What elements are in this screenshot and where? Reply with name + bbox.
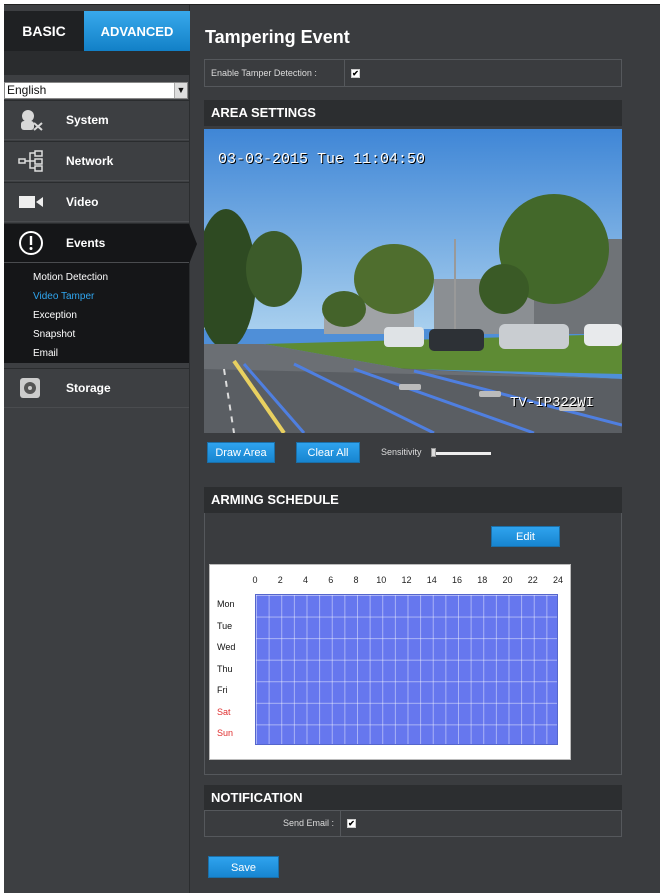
schedule-day-label: Wed bbox=[217, 642, 236, 653]
language-select-value: English bbox=[7, 83, 47, 97]
app-window: BASIC ADVANCED English ▼ System Network … bbox=[4, 4, 660, 893]
sidebar-item-video[interactable]: Video bbox=[4, 182, 189, 222]
exclamation-icon bbox=[18, 231, 44, 255]
schedule-grid[interactable] bbox=[255, 594, 558, 745]
tab-advanced[interactable]: ADVANCED bbox=[84, 11, 190, 60]
camera-scene bbox=[204, 129, 622, 433]
submenu-item-video-tamper[interactable]: Video Tamper bbox=[4, 287, 189, 306]
enable-tamper-checkbox[interactable]: ✔ bbox=[351, 69, 360, 78]
draw-area-button[interactable]: Draw Area bbox=[207, 442, 275, 463]
send-email-label: Send Email : bbox=[205, 811, 341, 836]
network-icon bbox=[18, 150, 44, 172]
sensitivity-label: Sensitivity bbox=[381, 447, 422, 457]
schedule-hour-label: 12 bbox=[401, 575, 412, 585]
sidebar-item-label: System bbox=[66, 113, 109, 127]
osd-timestamp: 03-03-2015 Tue 11:04:50 bbox=[218, 151, 426, 168]
schedule-hour-label: 4 bbox=[302, 575, 308, 585]
schedule-day-label: Sun bbox=[217, 728, 234, 739]
mode-tabs: BASIC ADVANCED bbox=[4, 11, 190, 60]
sidebar-item-label: Network bbox=[66, 154, 114, 168]
send-email-row: Send Email : ✔ bbox=[204, 810, 622, 837]
chevron-down-icon[interactable]: ▼ bbox=[174, 83, 187, 98]
language-select[interactable]: English ▼ bbox=[4, 82, 188, 99]
schedule-hour-label: 2 bbox=[277, 575, 283, 585]
schedule-day-label: Sat bbox=[217, 706, 231, 717]
sensitivity-slider-handle[interactable] bbox=[431, 448, 436, 457]
arming-schedule-header: ARMING SCHEDULE bbox=[204, 487, 622, 513]
osd-camera-name: TV-IP322WI bbox=[509, 395, 594, 411]
schedule-hour-label: 14 bbox=[426, 575, 437, 585]
schedule-hour-label: 6 bbox=[328, 575, 334, 585]
sidebar: BASIC ADVANCED English ▼ System Network … bbox=[4, 5, 197, 893]
tab-band bbox=[4, 51, 190, 75]
schedule-day-label: Thu bbox=[217, 663, 233, 674]
video-camera-icon bbox=[18, 191, 44, 213]
tab-basic[interactable]: BASIC bbox=[4, 11, 84, 51]
camera-preview[interactable]: 03-03-2015 Tue 11:04:50 TV-IP322WI bbox=[204, 129, 622, 433]
area-settings-header: AREA SETTINGS bbox=[204, 100, 622, 126]
submenu-item-email[interactable]: Email bbox=[4, 344, 189, 363]
schedule-hour-label: 0 bbox=[252, 575, 258, 585]
schedule-hour-label: 8 bbox=[353, 575, 359, 585]
sidebar-item-label: Events bbox=[66, 236, 106, 250]
schedule-hour-label: 22 bbox=[527, 575, 538, 585]
enable-tamper-label: Enable Tamper Detection : bbox=[205, 60, 345, 86]
schedule-day-label: Tue bbox=[217, 620, 233, 631]
storage-icon bbox=[18, 377, 44, 399]
submenu-item-exception[interactable]: Exception bbox=[4, 306, 189, 325]
schedule-day-label: Fri bbox=[217, 685, 228, 696]
sensitivity-slider[interactable] bbox=[433, 452, 491, 455]
sidebar-item-network[interactable]: Network bbox=[4, 141, 189, 181]
sidebar-item-storage[interactable]: Storage bbox=[4, 368, 189, 408]
clear-all-button[interactable]: Clear All bbox=[296, 442, 360, 463]
schedule-hour-label: 20 bbox=[502, 575, 513, 585]
system-icon bbox=[18, 109, 44, 131]
schedule-hour-label: 24 bbox=[552, 575, 563, 585]
sidebar-item-label: Video bbox=[66, 195, 99, 209]
schedule-hour-label: 16 bbox=[451, 575, 462, 585]
edit-schedule-button[interactable]: Edit bbox=[491, 526, 560, 547]
send-email-checkbox[interactable]: ✔ bbox=[347, 819, 356, 828]
sidebar-item-label: Storage bbox=[66, 381, 111, 395]
schedule-hour-label: 18 bbox=[477, 575, 488, 585]
sidebar-item-system[interactable]: System bbox=[4, 100, 189, 140]
events-submenu: Motion Detection Video Tamper Exception … bbox=[4, 263, 189, 363]
sidebar-item-events[interactable]: Events bbox=[4, 223, 197, 264]
enable-tamper-row: Enable Tamper Detection : ✔ bbox=[204, 59, 622, 87]
main-content: Tampering Event Enable Tamper Detection … bbox=[199, 5, 627, 893]
submenu-item-snapshot[interactable]: Snapshot bbox=[4, 325, 189, 344]
notification-header: NOTIFICATION bbox=[204, 785, 622, 811]
submenu-item-motion-detection[interactable]: Motion Detection bbox=[4, 268, 189, 287]
page-title: Tampering Event bbox=[205, 27, 350, 47]
schedule-hour-label: 10 bbox=[376, 575, 387, 585]
schedule-day-label: Mon bbox=[217, 599, 235, 609]
save-button[interactable]: Save bbox=[208, 856, 279, 878]
